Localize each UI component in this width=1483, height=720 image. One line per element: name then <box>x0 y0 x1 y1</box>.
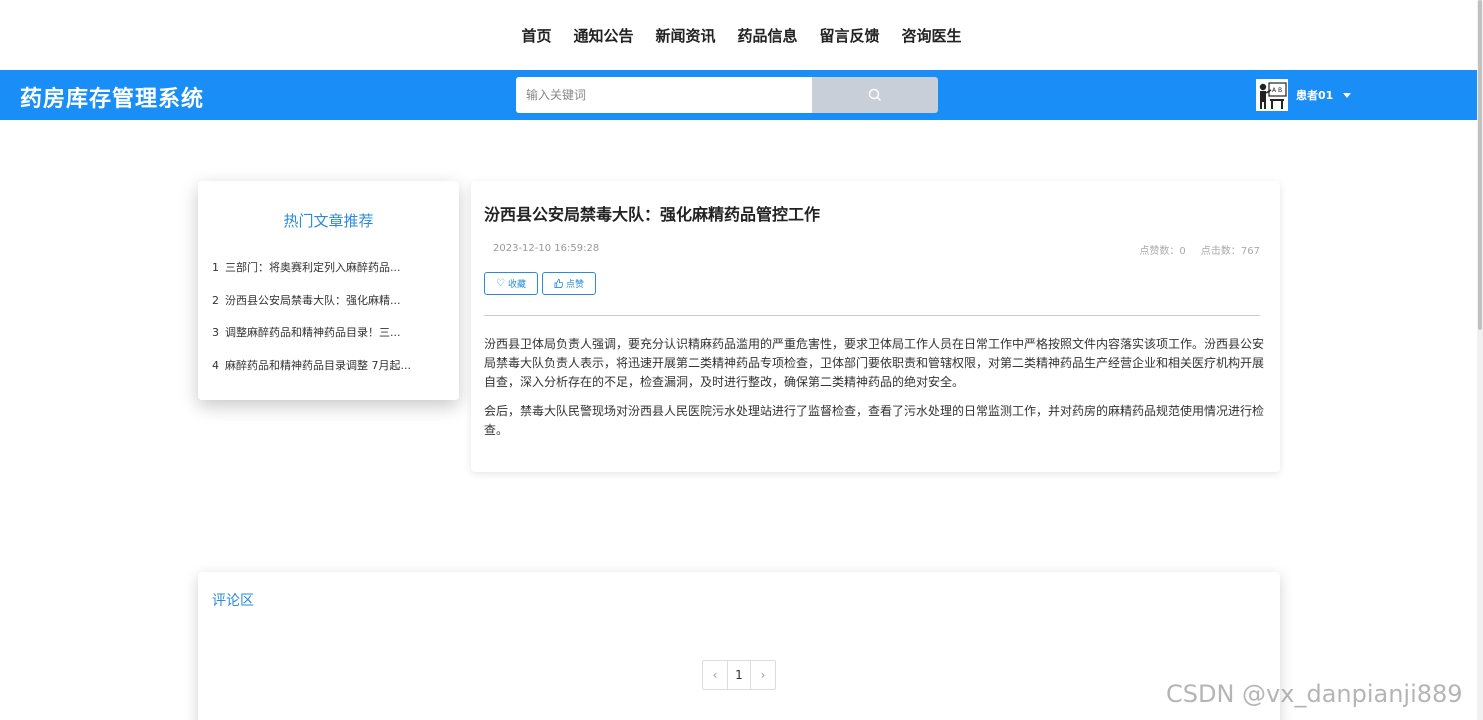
like-button[interactable]: 点赞 <box>541 272 596 295</box>
hot-article-item[interactable]: 1 三部门：将奥赛利定列入麻醉药品... <box>212 259 427 292</box>
scrollbar-thumb[interactable] <box>1478 0 1482 330</box>
chevron-down-icon <box>1343 92 1352 98</box>
thumbs-up-icon <box>554 279 563 288</box>
top-nav: 首页 通知公告 新闻资讯 药品信息 留言反馈 咨询医生 <box>0 0 1483 70</box>
site-title: 药房库存管理系统 <box>20 87 205 112</box>
header-bar: 药房库存管理系统 A B 患者01 <box>0 70 1483 120</box>
svg-text:A B: A B <box>1272 87 1282 94</box>
click-count: 点击数：767 <box>1200 246 1260 257</box>
hot-article-number: 3 <box>212 326 219 339</box>
hot-article-link[interactable]: 三部门：将奥赛利定列入麻醉药品... <box>225 261 401 274</box>
article-card: 汾西县公安局禁毒大队：强化麻精药品管控工作 2023-12-10 16:59:2… <box>471 181 1280 472</box>
prev-page-button[interactable]: ‹ <box>703 661 727 689</box>
collect-button[interactable]: ♡ 收藏 <box>484 272 538 295</box>
like-label: 点赞 <box>565 280 584 290</box>
article-title: 汾西县公安局禁毒大队：强化麻精药品管控工作 <box>484 205 821 224</box>
avatar: A B <box>1256 79 1288 111</box>
article-date: 2023-12-10 16:59:28 <box>493 243 600 254</box>
nav-item-notices[interactable]: 通知公告 <box>573 25 633 46</box>
hot-articles-card: 热门文章推荐 1 三部门：将奥赛利定列入麻醉药品... 2 汾西县公安局禁毒大队：强… <box>198 181 459 400</box>
nav-item-feedback[interactable]: 留言反馈 <box>820 25 880 46</box>
nav-item-drugs[interactable]: 药品信息 <box>738 25 798 46</box>
hot-article-item[interactable]: 3 调整麻醉药品和精神药品目录！三... <box>212 324 427 357</box>
article-paragraph: 会后，禁毒大队民警现场对汾西县人民医院污水处理站进行了监督检查，查看了污水处理的… <box>484 404 1265 437</box>
hot-articles-list: 1 三部门：将奥赛利定列入麻醉药品... 2 汾西县公安局禁毒大队：强化麻精... … <box>212 259 427 389</box>
hot-article-number: 4 <box>212 358 219 372</box>
search-icon <box>868 88 881 101</box>
pagination: ‹ 1 › <box>702 660 776 690</box>
collect-label: 收藏 <box>507 280 526 290</box>
hot-article-number: 1 <box>212 261 219 274</box>
article-paragraph: 汾西县卫体局负责人强调，要充分认识精麻药品滥用的严重危害性，要求卫体局工作人员在… <box>484 337 1265 389</box>
divider <box>484 315 1260 316</box>
article-actions: ♡ 收藏 点赞 <box>484 272 600 295</box>
hot-article-number: 2 <box>212 293 219 307</box>
nav-item-consult[interactable]: 咨询医生 <box>902 25 962 46</box>
hot-article-link[interactable]: 调整麻醉药品和精神药品目录！三... <box>225 326 401 339</box>
nav-item-home[interactable]: 首页 <box>521 25 551 46</box>
hot-article-link[interactable]: 麻醉药品和精神药品目录调整 7月起... <box>225 359 411 372</box>
hot-article-item[interactable]: 4 麻醉药品和精神药品目录调整 7月起... <box>212 357 427 390</box>
page-number-button[interactable]: 1 <box>727 661 751 689</box>
watermark: CSDN @vx_danpianji889 <box>1166 680 1463 708</box>
comment-section: 评论区 ‹ 1 › <box>198 572 1280 720</box>
user-menu[interactable]: A B 患者01 <box>1256 76 1352 114</box>
hot-article-link[interactable]: 汾西县公安局禁毒大队：强化麻精... <box>225 294 401 307</box>
hot-articles-title: 热门文章推荐 <box>283 212 374 230</box>
scrollbar[interactable] <box>1477 0 1483 720</box>
hot-article-item[interactable]: 2 汾西县公安局禁毒大队：强化麻精... <box>212 292 427 325</box>
like-count: 点赞数：0 <box>1139 246 1186 257</box>
article-stats: 点赞数：0 点击数：767 <box>1127 242 1260 257</box>
teacher-avatar-icon: A B <box>1259 82 1287 109</box>
comment-section-title: 评论区 <box>212 593 254 609</box>
heart-icon: ♡ <box>496 278 505 289</box>
next-page-button[interactable]: › <box>751 661 775 689</box>
user-name: 患者01 <box>1296 89 1334 102</box>
search-button[interactable] <box>812 77 938 113</box>
nav-item-news[interactable]: 新闻资讯 <box>655 25 715 46</box>
article-body: 汾西县卫体局负责人强调，要充分认识精麻药品滥用的严重危害性，要求卫体局工作人员在… <box>484 335 1269 450</box>
search-input[interactable] <box>516 77 812 113</box>
